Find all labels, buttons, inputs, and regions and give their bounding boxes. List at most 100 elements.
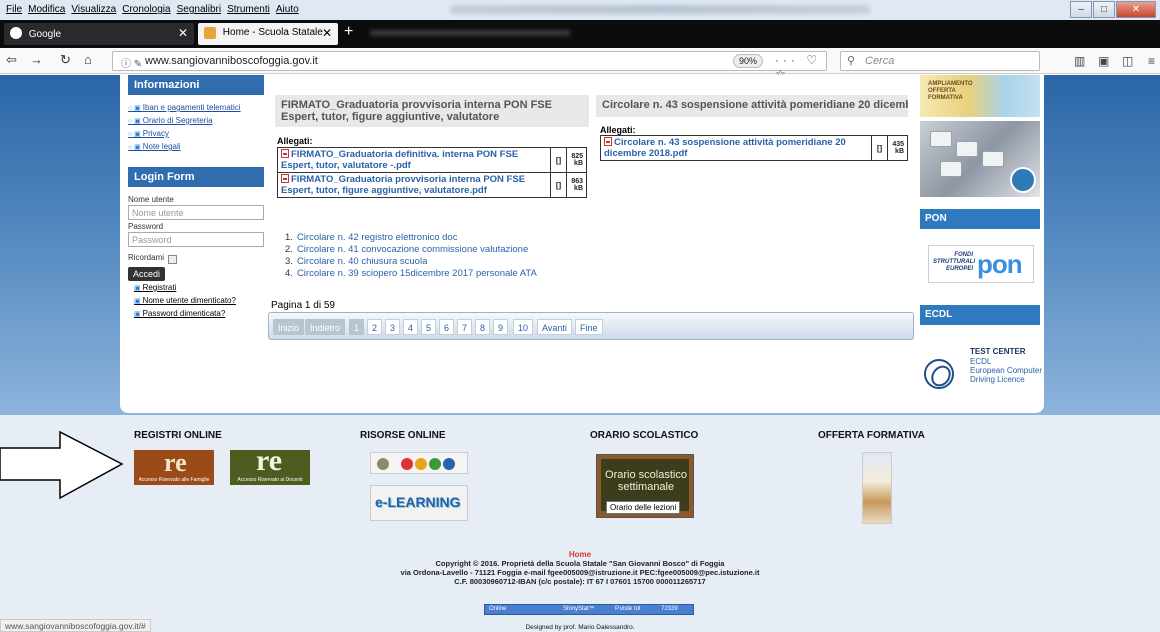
page-prev-button[interactable]: Indietro [305,319,346,335]
tab-label: Google [28,29,62,40]
url-bar[interactable]: ⓘ ✎ www.sangiovanniboscofoggia.gov.it 90… [112,51,827,81]
page-9-button[interactable]: 9 [493,319,509,335]
back-icon[interactable]: ⇦ [6,52,17,68]
ecdl-logo[interactable]: TEST CENTER ECDL European Computer Drivi… [922,345,1044,415]
link-username-forgotten[interactable]: Nome utente dimenticato? [134,296,236,309]
elearning-link[interactable]: e-LEARNING [370,485,468,521]
page-7-button[interactable]: 7 [457,319,473,335]
menu-segnalibri[interactable]: Segnalibri [177,4,221,15]
visit-counter[interactable]: Online ShinyStat™ P.viste tot 72339 [484,604,694,615]
info-module-title: Informazioni [128,75,264,95]
tab-google[interactable]: Google ✕ [4,23,194,45]
page-2-button[interactable]: 2 [367,319,383,335]
registro-docenti-link[interactable]: re Accesso Riservato ai Docenti [230,444,310,485]
tab-close-icon[interactable]: ✕ [178,26,188,40]
site-favicon-icon [204,27,216,39]
miur-link[interactable] [370,452,468,474]
search-input[interactable]: ⚲ Cerca [840,51,1040,71]
pdf-icon [604,137,612,146]
article-title[interactable]: Circolare n. 43 sospensione attività pom… [596,95,908,117]
page-first-button[interactable]: Inizio [273,319,305,335]
attachment-link[interactable]: Circolare n. 43 sospensione attività pom… [600,135,872,161]
page-1-button[interactable]: 1 [349,319,365,335]
tab-close-icon[interactable]: ✕ [322,26,332,40]
pon-logo[interactable]: FONDI STRUTTURALI EUROPEI pon [928,245,1034,283]
remember-checkbox[interactable] [168,255,177,264]
page-next-button[interactable]: Avanti [537,319,572,335]
new-tab-button[interactable]: + [344,23,353,41]
page-6-button[interactable]: 6 [439,319,455,335]
key-shape [956,141,978,157]
attachment-bracket: [] [871,135,888,161]
link-registrati[interactable]: Registrati [134,283,236,296]
pon-heading: PON [920,209,1040,229]
menu-visualizza[interactable]: Visualizza [71,4,116,15]
menu-cronologia[interactable]: Cronologia [122,4,170,15]
key-shape [930,131,952,147]
list-item[interactable]: 4. Circolare n. 39 sciopero 15dicembre 20… [285,268,537,280]
sidebar-icon[interactable]: ◫ [1122,54,1133,68]
pon-wordmark: pon [977,249,1023,279]
ecdl-lines: ECDL European Computer Driving Licence [970,357,1043,384]
remember-label: Ricordami [128,253,165,262]
page-4-button[interactable]: 4 [403,319,419,335]
article-title[interactable]: FIRMATO_Graduatoria provvisoria interna … [275,95,589,127]
password-field[interactable]: Password [128,232,264,247]
page-5-button[interactable]: 5 [421,319,437,335]
tab-home-scuola[interactable]: Home - Scuola Statale Primaria ✕ [198,23,338,45]
login-button[interactable]: Accedi [128,267,166,281]
miur-letter-icon [401,458,413,470]
list-item[interactable]: 1. Circolare n. 42 registro elettronico d… [285,232,537,244]
content-container: Informazioni Iban e pagamenti telematici… [120,75,1044,413]
attachment-link[interactable]: FIRMATO_Graduatoria definitiva. interna … [277,147,551,173]
link-note-legali[interactable]: Note legali [128,142,241,155]
table-row: FIRMATO_Graduatoria provvisoria interna … [277,172,587,198]
page-10-button[interactable]: 10 [513,319,534,335]
link-password-forgotten[interactable]: Password dimenticata? [134,309,236,322]
attachment-size: 863 kB [566,172,587,198]
menu-file[interactable]: File [6,4,22,15]
login-module-title: Login Form [128,167,264,187]
page-8-button[interactable]: 8 [475,319,491,335]
page-last-button[interactable]: Fine [575,319,603,335]
link-orario-segreteria[interactable]: Orario di Segreteria [128,116,241,129]
list-item[interactable]: 3. Circolare n. 40 chiusura scuola [285,256,537,268]
key-shape [940,161,962,177]
counter-online: Online [489,606,507,612]
table-row: FIRMATO_Graduatoria definitiva. interna … [277,147,587,173]
close-window-button[interactable]: ✕ [1116,1,1156,18]
registro-famiglie-link[interactable]: re Accesso Riservato alle Famiglie [134,448,214,485]
link-privacy[interactable]: Privacy [128,129,241,142]
maximize-button[interactable]: □ [1093,1,1115,18]
library-icon[interactable]: ▥ [1074,54,1085,68]
home-icon[interactable]: ⌂ [84,52,92,67]
menu-aiuto[interactable]: Aiuto [276,4,299,15]
footer-home-link[interactable]: Home [0,550,1160,559]
reload-icon[interactable]: ↻ [60,52,71,68]
keyboard-image [920,121,1040,197]
page-3-button[interactable]: 3 [385,319,401,335]
menu-icon[interactable]: ≡ [1148,54,1155,68]
username-field[interactable]: Nome utente [128,205,264,220]
attachment-size: 435 kB [887,135,908,161]
zoom-level[interactable]: 90% [733,54,763,68]
list-item[interactable]: 2. Circolare n. 41 convocazione commissio… [285,244,537,256]
forward-icon[interactable]: → [30,52,43,67]
offerta-heading: OFFERTA FORMATIVA [818,430,925,441]
designed-by: Designed by prof. Mario Dalessandro. [525,624,635,631]
menu-modifica[interactable]: Modifica [28,4,65,15]
banner-text: AMPLIAMENTO OFFERTA FORMATIVA [928,81,973,101]
menu-strumenti[interactable]: Strumenti [227,4,270,15]
offerta-formativa-link[interactable] [862,452,892,524]
ampliamento-offerta-banner[interactable]: AMPLIAMENTO OFFERTA FORMATIVA [920,75,1040,117]
arrow-pointer-icon [0,430,124,500]
link-iban[interactable]: Iban e pagamenti telematici [128,103,241,116]
minimize-button[interactable]: – [1070,1,1092,18]
site-info-icon[interactable]: ⓘ ✎ [121,55,142,70]
ecdl-test-center: TEST CENTER [970,347,1026,356]
pocket-icon[interactable]: ▣ [1098,54,1109,68]
password-label: Password [128,222,164,231]
attachment-link[interactable]: FIRMATO_Graduatoria provvisoria interna … [277,172,551,198]
miur-letter-icon [443,458,455,470]
url-text: www.sangiovanniboscofoggia.gov.it [145,55,318,67]
